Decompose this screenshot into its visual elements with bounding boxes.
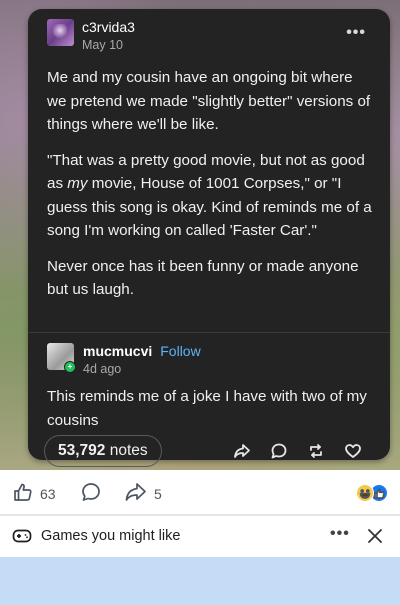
reply-username[interactable]: mucmucvi [83,343,152,361]
reply-icon[interactable] [260,442,297,460]
reblog-icon[interactable] [297,442,334,460]
post-paragraph: "That was a pretty good movie, but not a… [47,151,372,240]
notes-label: notes [109,442,148,459]
post-actions [223,442,371,460]
more-options-icon[interactable]: ••• [346,24,366,42]
notes-button[interactable]: 53,792 notes [44,435,162,467]
like-count: 63 [40,485,56,502]
post-body: Me and my cousin have an ongoing bit whe… [47,66,372,314]
post-date: May 10 [82,37,123,52]
share-icon[interactable] [223,442,260,460]
games-title: Games you might like [41,528,181,544]
reply-header: + mucmucvi Follow 4d ago [47,343,201,377]
reaction-summary[interactable] [356,484,388,502]
avatar[interactable]: + [47,343,76,373]
reply-date: 4d ago [83,361,122,376]
more-options-icon[interactable]: ••• [330,525,350,543]
follow-button[interactable]: Follow [160,343,200,361]
haha-reaction-icon [356,484,374,502]
share-button[interactable]: 5 [124,481,162,506]
post-paragraph: Never once has it been funny or made any… [47,257,359,299]
online-badge-icon: + [64,361,76,373]
reply-body: This reminds me of a joke I have with tw… [47,388,367,429]
divider [28,332,390,333]
share-arrow-icon [124,481,148,506]
games-header: Games you might like ••• [0,516,400,556]
share-count: 5 [154,485,162,502]
comment-button[interactable] [80,481,102,506]
gamepad-icon [12,527,32,550]
like-button[interactable]: 63 [12,481,56,506]
post-username[interactable]: c3rvida3 [82,19,135,36]
close-icon[interactable] [366,527,384,550]
games-panel[interactable] [0,557,400,605]
tumblr-post-card: c3rvida3 May 10 ••• Me and my cousin hav… [28,9,390,467]
post-paragraph: Me and my cousin have an ongoing bit whe… [47,69,371,133]
heart-icon[interactable] [334,442,371,460]
notes-count: 53,792 [58,442,106,459]
avatar[interactable] [47,19,74,46]
reaction-bar: 63 5 [0,470,400,514]
post-header: c3rvida3 May 10 [47,19,135,53]
thumbs-up-icon [12,481,34,506]
comment-icon [80,481,102,506]
